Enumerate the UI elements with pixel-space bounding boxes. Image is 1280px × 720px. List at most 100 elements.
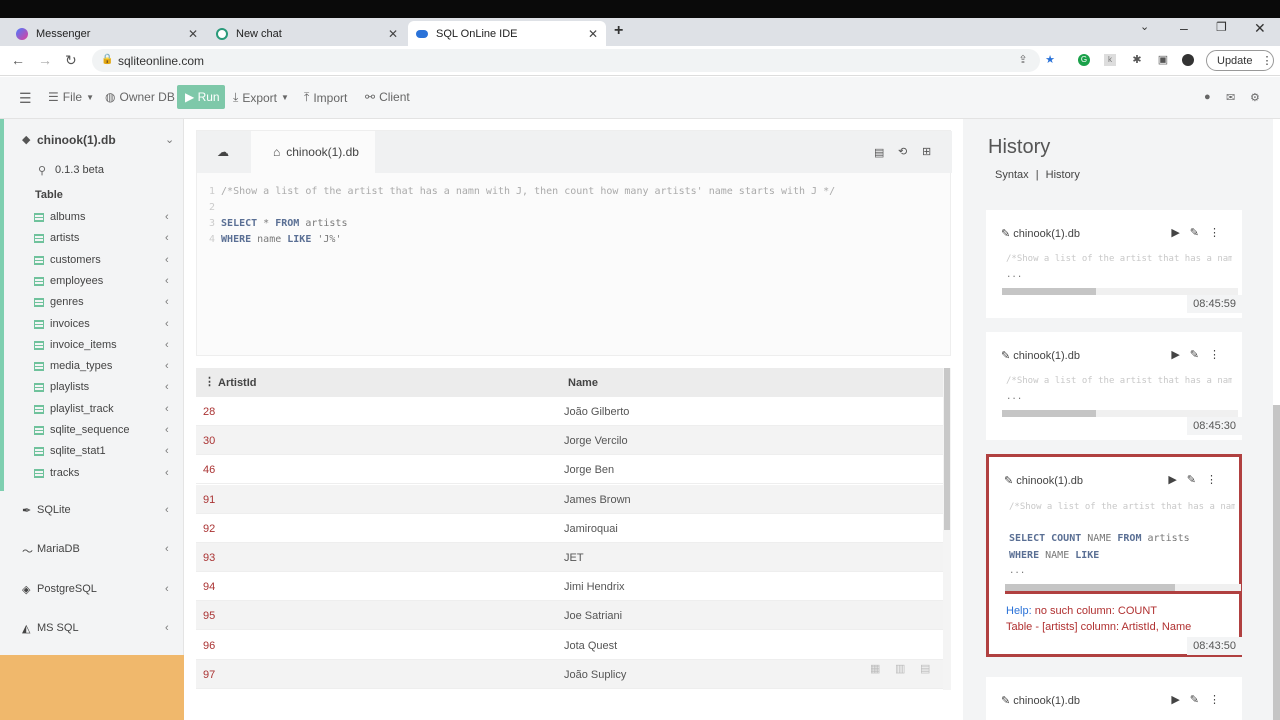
more-vert-icon[interactable]: ⋮	[1209, 694, 1230, 706]
table-label: invoices	[50, 317, 90, 330]
history-card[interactable]: ✎ chinook(1).db ▶✎⋮	[986, 677, 1242, 720]
more-vert-icon[interactable]: ⋮	[1206, 474, 1227, 486]
tab-new-chat[interactable]: New chat ✕	[208, 21, 406, 46]
chevron-left-icon: ‹	[165, 504, 169, 516]
table-row[interactable]: 95 Joe Satriani	[196, 601, 944, 631]
chevron-left-icon: ‹	[165, 402, 169, 415]
save-icon[interactable]: ▤	[874, 146, 884, 159]
refresh-icon[interactable]: ⟲	[898, 145, 907, 158]
table-icon	[34, 468, 44, 478]
chevron-left-icon: ‹	[165, 274, 169, 287]
avatar[interactable]	[1182, 54, 1194, 66]
reload-icon[interactable]: ↻	[65, 52, 77, 69]
minimize-icon[interactable]: –	[1180, 20, 1188, 36]
edit-icon[interactable]: ✎	[1190, 694, 1209, 706]
column-header[interactable]: Name	[568, 377, 598, 389]
play-icon[interactable]: ▶	[1171, 227, 1189, 239]
more-vert-icon[interactable]: ⋮	[1209, 349, 1230, 361]
more-vert-icon: ⋮	[1261, 55, 1273, 67]
syntax-link[interactable]: Syntax	[995, 169, 1029, 181]
file-menu[interactable]: ☰ File ▼	[48, 90, 94, 104]
code-line-3[interactable]: 3 SELECT * FROM artists	[209, 218, 347, 229]
puzzle-icon[interactable]: ✱	[1131, 54, 1143, 66]
table-row[interactable]: 93 JET	[196, 543, 944, 572]
sidebar-accent	[0, 119, 4, 491]
export-menu[interactable]: ⤓ Export ▼	[233, 90, 289, 105]
star-icon[interactable]: ★	[1044, 54, 1056, 66]
line-number: 4	[209, 234, 216, 245]
mssql-icon: ◭	[22, 623, 31, 635]
owner-db-label: Owner DB	[119, 90, 175, 104]
scroll-thumb[interactable]	[944, 368, 950, 530]
mail-icon[interactable]: ✉	[1226, 91, 1235, 104]
add-tab-icon[interactable]: ⊞	[922, 145, 931, 158]
client-button[interactable]: ⚯ Client	[365, 90, 410, 104]
play-icon[interactable]: ▶	[1171, 694, 1189, 706]
run-button[interactable]: ▶ Run	[177, 85, 225, 109]
export-grid-icon[interactable]: ▤	[920, 662, 930, 675]
user-icon[interactable]: ●	[1204, 91, 1211, 103]
play-icon[interactable]: ▶	[1171, 349, 1189, 361]
tab-messenger[interactable]: Messenger ✕	[8, 21, 206, 46]
table-row[interactable]: 92 Jamiroquai	[196, 514, 944, 543]
table-row[interactable]: 28 João Gilberto	[196, 397, 944, 426]
more-vert-icon[interactable]: ⋮	[204, 375, 215, 388]
table-row[interactable]: 94 Jimi Hendrix	[196, 572, 944, 602]
page-scrollbar[interactable]	[1273, 405, 1280, 720]
results-scrollbar[interactable]	[943, 368, 951, 690]
cell-name: Jimi Hendrix	[564, 581, 625, 594]
code-line-4[interactable]: 4 WHERE name LIKE 'J%'	[209, 234, 341, 245]
owner-db-button[interactable]: ◍ Owner DB	[105, 90, 175, 104]
chart-icon[interactable]: ▥	[895, 662, 905, 675]
cloud-icon[interactable]: ☁	[217, 145, 229, 159]
code-line-2[interactable]: 2	[209, 202, 221, 213]
chevron-left-icon: ‹	[165, 543, 169, 555]
play-icon[interactable]: ▶	[1168, 474, 1186, 486]
update-button[interactable]: Update ⋮	[1206, 50, 1274, 71]
column-header[interactable]: ArtistId	[218, 377, 257, 389]
table-row[interactable]: 30 Jorge Vercilo	[196, 426, 944, 456]
history-card-error[interactable]: ✎ chinook(1).db ▶✎⋮ /*Show a list of the…	[986, 454, 1242, 657]
extension-k-icon[interactable]: k	[1104, 54, 1116, 66]
table-view-icon[interactable]: ▦	[870, 662, 880, 675]
table-row[interactable]: 96 Jota Quest	[196, 631, 944, 660]
forward-icon[interactable]: →	[38, 52, 52, 68]
messenger-icon	[16, 27, 28, 40]
edit-icon[interactable]: ✎	[1190, 227, 1209, 239]
help-label[interactable]: Help:	[1006, 605, 1032, 617]
sql-editor-panel: ☁ ⌂ chinook(1).db ▤ ⟲ ⊞ 1 /*Show a list of…	[196, 130, 952, 356]
chevron-left-icon: ‹	[165, 360, 169, 373]
code-comment: /*Show a list of the artist that has a n…	[221, 186, 836, 197]
tab-sql-online-ide[interactable]: SQL OnLine IDE ✕	[408, 21, 606, 46]
url-field[interactable]: 🔒 sqliteonline.com	[92, 49, 1040, 72]
history-link[interactable]: History	[1046, 169, 1080, 181]
table-row[interactable]: 46 Jorge Ben	[196, 455, 944, 485]
table-label: artists	[50, 232, 80, 245]
edit-icon[interactable]: ✎	[1190, 349, 1209, 361]
download-icon: ⤓	[233, 90, 239, 104]
close-icon[interactable]: ✕	[588, 27, 598, 41]
new-tab-button[interactable]: +	[614, 22, 623, 40]
menu-icon[interactable]: ☰	[19, 90, 32, 107]
table-row[interactable]: 91 James Brown	[196, 484, 944, 514]
close-window-icon[interactable]: ✕	[1254, 20, 1266, 37]
gear-icon[interactable]: ⚙	[1250, 91, 1260, 104]
import-button[interactable]: ⤒ Import	[304, 90, 347, 105]
history-card[interactable]: ✎ chinook(1).db ▶✎⋮ /*Show a list of the…	[986, 332, 1242, 440]
grammarly-icon[interactable]: G	[1078, 54, 1090, 66]
edit-icon[interactable]: ✎	[1187, 474, 1206, 486]
more-vert-icon[interactable]: ⋮	[1209, 227, 1230, 239]
sidepanel-icon[interactable]: ▣	[1157, 54, 1169, 66]
chevron-down-icon[interactable]: ⌄	[1140, 20, 1149, 33]
close-icon[interactable]: ✕	[188, 27, 198, 41]
history-card[interactable]: ✎ chinook(1).db ▶✎⋮ /*Show a list of the…	[986, 210, 1242, 318]
table-icon	[34, 255, 44, 265]
close-icon[interactable]: ✕	[388, 27, 398, 41]
code-line-1[interactable]: 1 /*Show a list of the artist that has a …	[209, 186, 835, 197]
share-icon[interactable]: ⇪	[1017, 54, 1029, 66]
maximize-icon[interactable]: ❐	[1216, 20, 1227, 34]
editor-tab-db[interactable]: ⌂ chinook(1).db	[251, 131, 375, 173]
back-icon[interactable]: ←	[11, 52, 25, 68]
table-icon	[34, 340, 44, 350]
table-row[interactable]: 97 João Suplicy	[196, 659, 944, 689]
